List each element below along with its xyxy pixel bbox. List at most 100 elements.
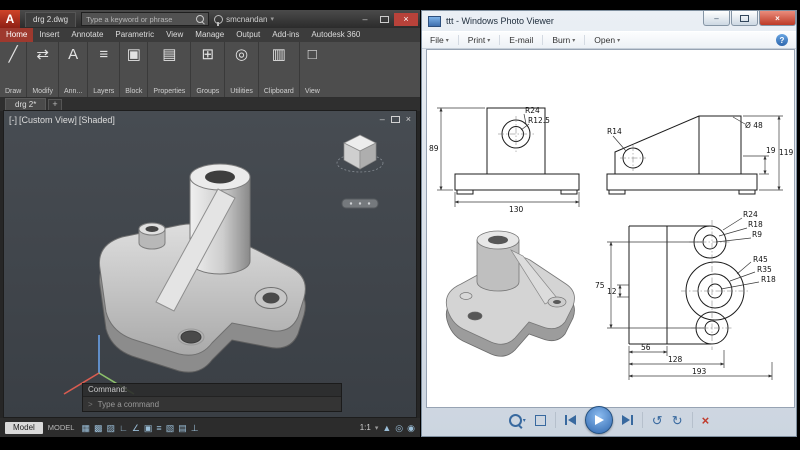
viewport-window-controls: – × <box>380 114 411 124</box>
viewport-restore-icon[interactable] <box>391 116 400 123</box>
ribbon-panel-properties[interactable]: ▤ Properties <box>148 42 191 97</box>
model-viewport[interactable]: [-] [Custom View] [Shaded] – × <box>3 110 417 418</box>
delete-button[interactable]: × <box>702 413 710 428</box>
command-placeholder: Type a command <box>98 400 159 409</box>
zoom-button[interactable]: ▾ <box>509 414 526 427</box>
ribbon-tab-view[interactable]: View <box>160 28 189 42</box>
previous-icon <box>568 415 576 425</box>
rotate-ccw-button[interactable]: ↺ <box>652 414 663 427</box>
viewport-menu-control[interactable]: [-] <box>9 115 17 125</box>
dim-top-r-mid: R35 <box>757 265 772 274</box>
properties-icon: ▤ <box>162 46 176 63</box>
block-icon: ▣ <box>127 46 141 63</box>
previous-bar-icon <box>565 415 567 425</box>
workspace-switching-icon[interactable]: ◎ <box>395 423 403 433</box>
ribbon-panel-utilities[interactable]: ◎ Utilities <box>225 42 259 97</box>
minimize-button[interactable]: – <box>356 13 374 26</box>
photo-viewer-menubar: File ▾ Print ▾ E-mail Burn ▾ Open ▾ ? <box>422 31 796 49</box>
annotation-scale-icon[interactable]: ▲ <box>382 423 391 433</box>
snap-icon[interactable]: ▩ <box>94 423 103 433</box>
ribbon-tab-insert[interactable]: Insert <box>33 28 65 42</box>
navigation-bar[interactable] <box>342 199 378 208</box>
ortho-icon[interactable]: ∟ <box>119 423 128 433</box>
ribbon-tab-autodesk360[interactable]: Autodesk 360 <box>305 28 366 42</box>
view-panel-label: View <box>305 88 320 95</box>
transparency-icon[interactable]: ▧ <box>166 423 175 433</box>
actual-size-button[interactable] <box>535 415 546 426</box>
help-search-box[interactable]: Type a keyword or phrase <box>81 12 209 26</box>
photo-viewer-window-controls: – × <box>702 11 796 26</box>
object-snap-icon[interactable]: ▣ <box>144 423 153 433</box>
isolate-objects-icon[interactable]: ◉ <box>407 423 415 433</box>
toolbar-separator <box>555 412 556 428</box>
infer-constraints-icon[interactable]: ▨ <box>107 423 116 433</box>
ribbon-panel-groups[interactable]: ⊞ Groups <box>191 42 225 97</box>
maximize-button[interactable] <box>375 13 393 26</box>
autocad-app-menu-icon[interactable]: A <box>0 10 20 28</box>
menu-burn-caret-icon: ▾ <box>572 37 575 44</box>
polar-tracking-icon[interactable]: ∠ <box>132 423 140 433</box>
layers-panel-label: Layers <box>93 88 114 95</box>
ribbon-panel-layers[interactable]: ≡ Layers <box>88 42 120 97</box>
3d-model-canvas[interactable] <box>4 111 417 418</box>
menu-burn[interactable]: Burn ▾ <box>552 35 575 45</box>
dim-top-r-lobe: R18 <box>748 220 763 229</box>
viewport-minimize-icon[interactable]: – <box>380 114 385 124</box>
play-slideshow-button[interactable] <box>585 406 613 434</box>
next-button[interactable] <box>622 415 633 425</box>
signin-area[interactable]: smcnandan ▾ <box>214 15 274 24</box>
dim-top-r-inner: R18 <box>761 275 776 284</box>
viewport-controls-label: [-] [Custom View] [Shaded] <box>9 115 115 125</box>
autocad-document-title: drg 2.dwg <box>25 12 76 27</box>
ribbon: ╱ Draw ⇄ Modify A Ann... ≡ Layers ▣ Bloc… <box>0 42 420 98</box>
command-line-window[interactable]: Command: > Type a command <box>82 383 342 412</box>
next-icon <box>622 415 630 425</box>
ribbon-panel-view[interactable]: □ View <box>300 42 325 97</box>
menu-print[interactable]: Print ▾ <box>468 35 491 45</box>
pv-close-button[interactable]: × <box>759 11 796 26</box>
previous-button[interactable] <box>565 415 576 425</box>
selection-cycling-icon[interactable]: ▤ <box>178 423 187 433</box>
clipboard-panel-label: Clipboard <box>264 88 294 95</box>
viewport-view-control[interactable]: [Custom View] <box>19 115 77 125</box>
menu-separator <box>542 35 543 45</box>
pv-maximize-button[interactable] <box>731 11 758 26</box>
draw-icon: ╱ <box>9 46 18 63</box>
ribbon-tab-annotate[interactable]: Annotate <box>65 28 109 42</box>
menu-open-caret-icon: ▾ <box>617 37 620 44</box>
viewport-visual-style-control[interactable]: [Shaded] <box>79 115 115 125</box>
ribbon-panel-clipboard[interactable]: ▥ Clipboard <box>259 42 300 97</box>
ribbon-tab-addins[interactable]: Add-ins <box>266 28 305 42</box>
grid-icon[interactable]: ▦ <box>81 423 90 433</box>
pv-minimize-button[interactable]: – <box>703 11 730 26</box>
model-layout-tab[interactable]: Model <box>5 422 43 434</box>
menu-email[interactable]: E-mail <box>509 35 533 45</box>
lineweight-icon[interactable]: ≡ <box>156 423 161 433</box>
annotation-scale-value[interactable]: 1:1 <box>360 423 371 432</box>
close-button[interactable]: × <box>394 13 418 26</box>
ribbon-panel-annotation[interactable]: A Ann... <box>59 42 88 97</box>
menu-file[interactable]: File ▾ <box>430 35 449 45</box>
ribbon-tab-manage[interactable]: Manage <box>189 28 230 42</box>
menu-print-label: Print <box>468 35 485 45</box>
dynamic-ucs-icon[interactable]: ⊥ <box>191 423 199 433</box>
ribbon-tab-output[interactable]: Output <box>230 28 266 42</box>
viewport-close-icon[interactable]: × <box>406 114 411 124</box>
signin-caret-icon: ▾ <box>271 15 275 23</box>
search-icon[interactable] <box>196 15 204 23</box>
ribbon-panel-draw[interactable]: ╱ Draw <box>0 42 27 97</box>
dim-top-step: 12 <box>607 287 617 296</box>
command-input[interactable]: > Type a command <box>83 396 341 411</box>
ribbon-tab-home[interactable]: Home <box>0 28 33 42</box>
technical-drawing: 89 130 R24 R12.5 <box>427 50 794 407</box>
menu-open[interactable]: Open ▾ <box>594 35 620 45</box>
maximize-icon <box>380 16 389 23</box>
help-icon[interactable]: ? <box>776 34 788 46</box>
scale-caret-icon[interactable]: ▾ <box>375 424 379 432</box>
viewcube[interactable] <box>337 135 383 172</box>
annotation-icon: A <box>68 46 78 63</box>
ribbon-tab-parametric[interactable]: Parametric <box>109 28 160 42</box>
ribbon-panel-block[interactable]: ▣ Block <box>120 42 148 97</box>
rotate-cw-button[interactable]: ↻ <box>672 414 683 427</box>
ribbon-panel-modify[interactable]: ⇄ Modify <box>27 42 59 97</box>
